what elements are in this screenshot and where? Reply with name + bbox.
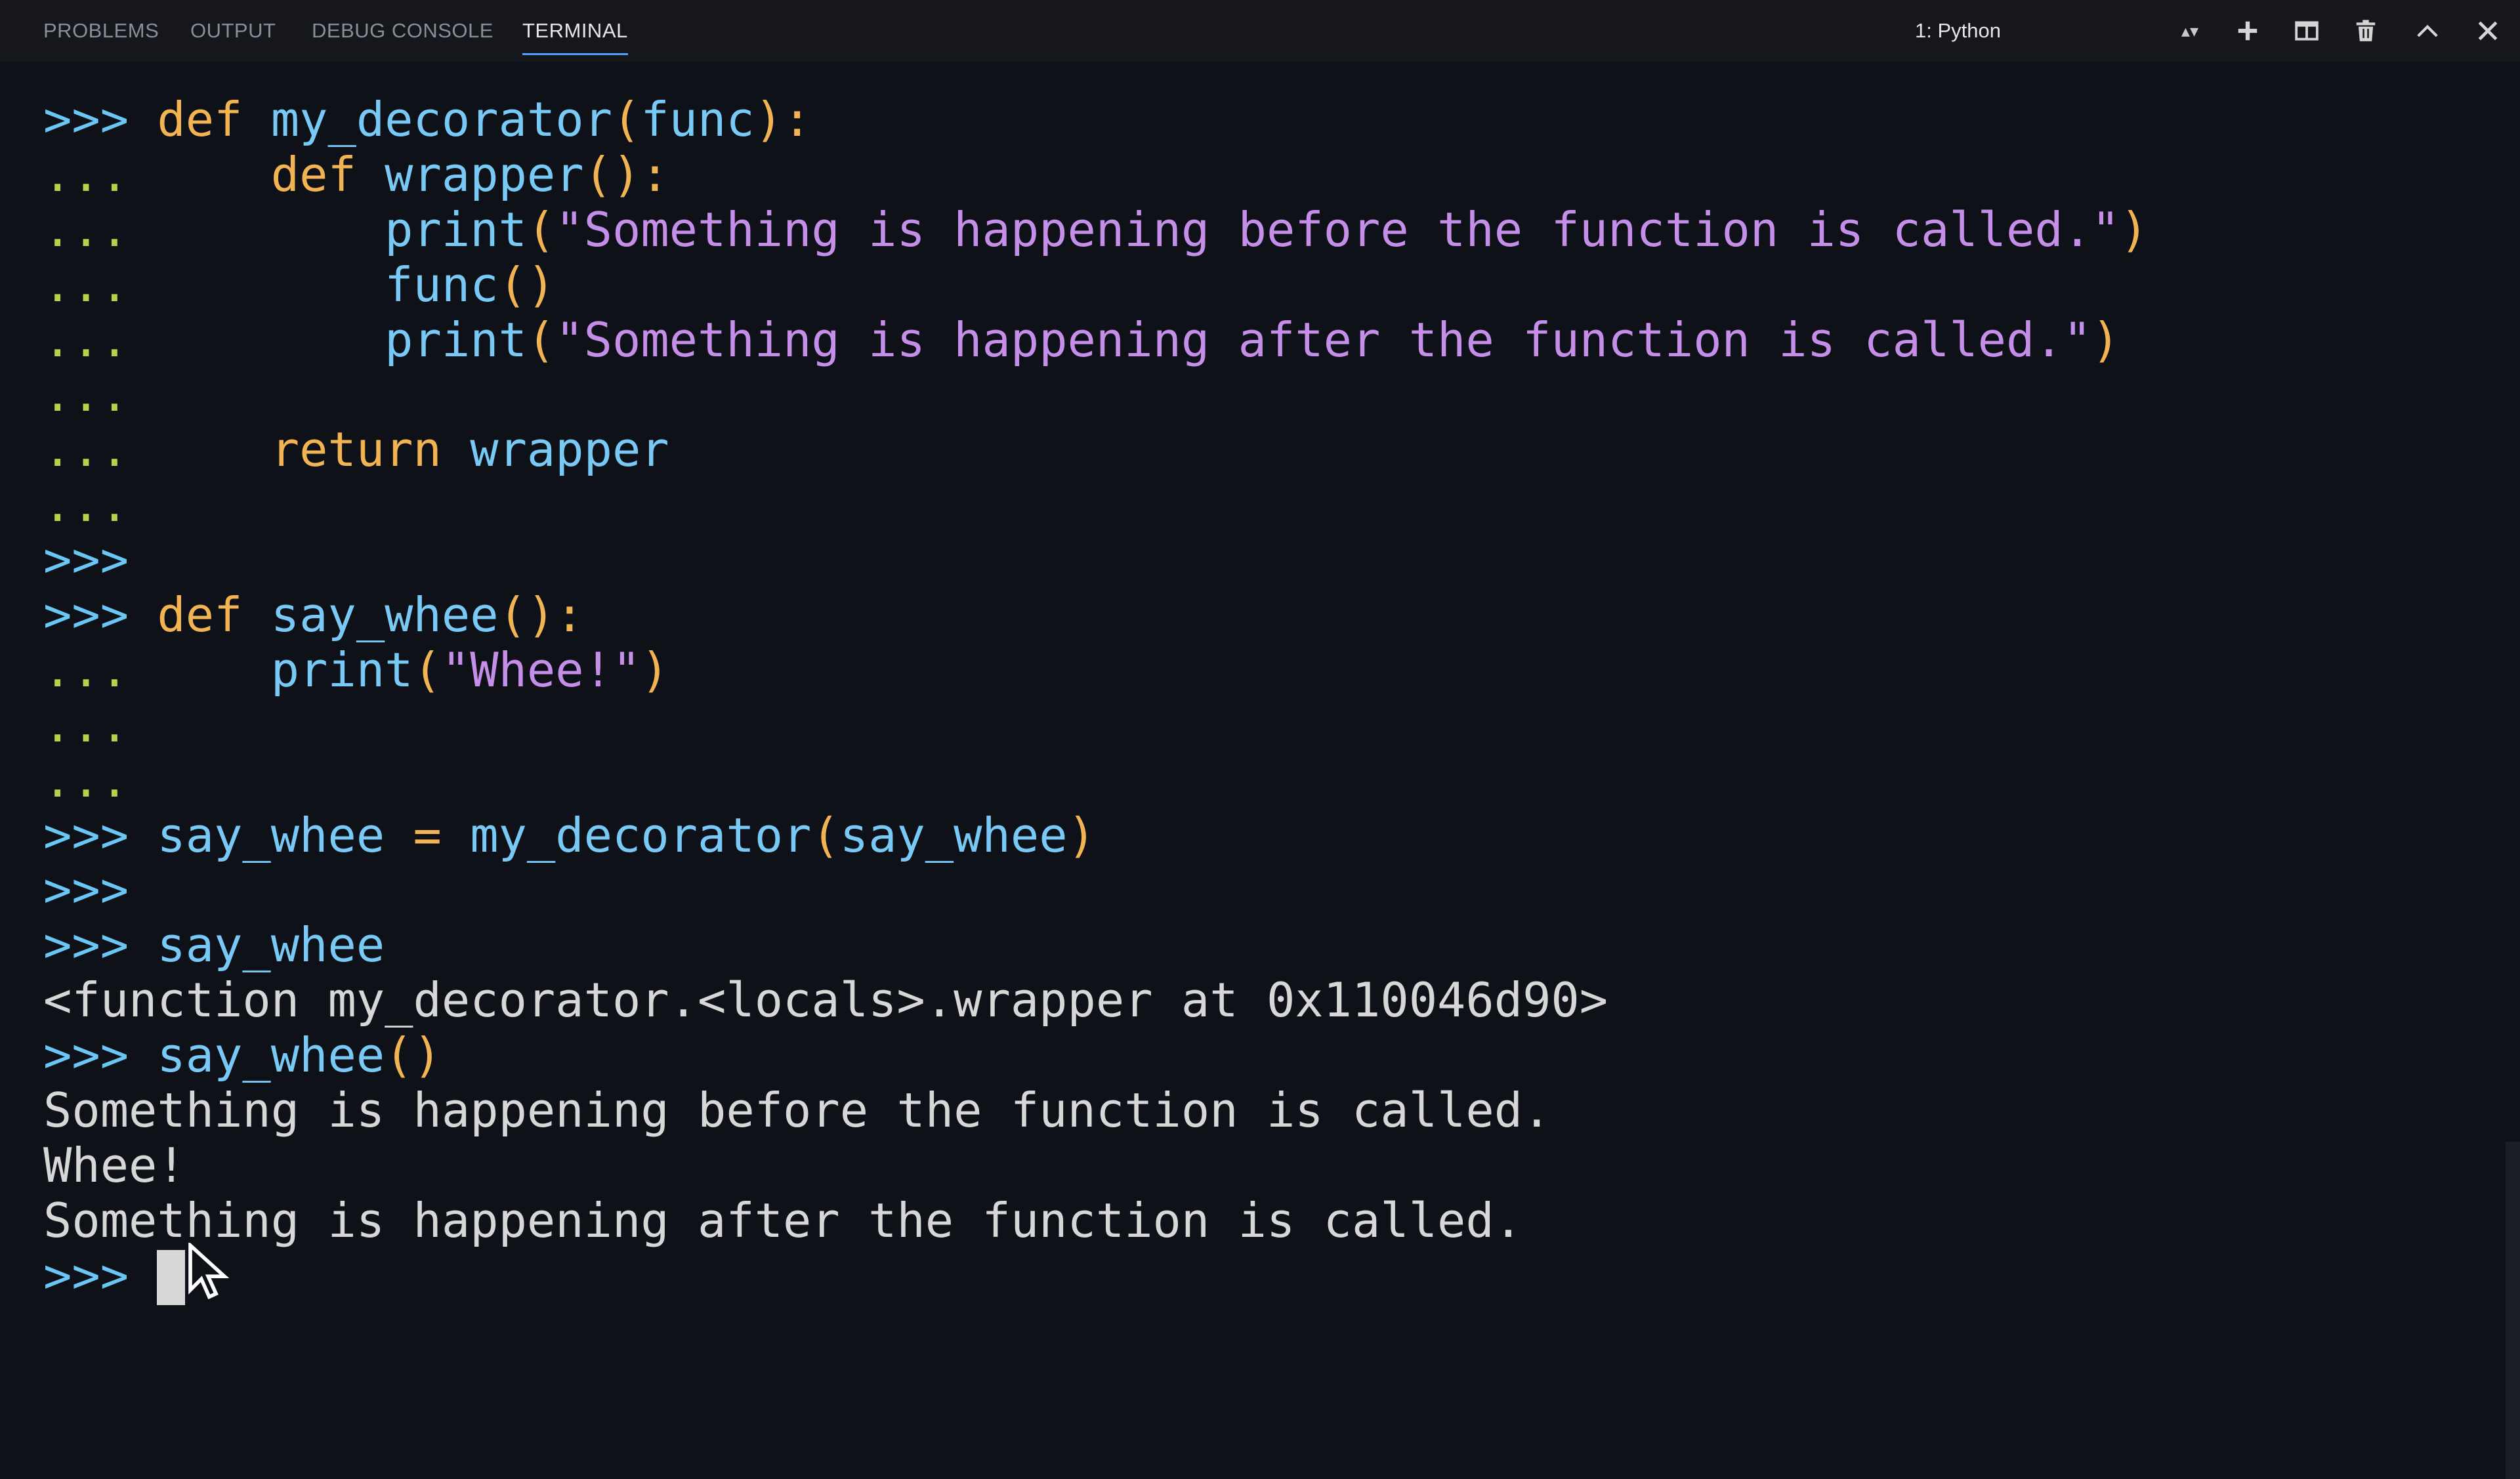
code-token: ):: [754, 92, 812, 147]
panel-header: PROBLEMS OUTPUT DEBUG CONSOLE TERMINAL 1…: [0, 0, 2520, 62]
repl-prompt: >>>: [43, 1247, 158, 1303]
code-token: func: [640, 92, 755, 147]
code-token: print: [385, 201, 527, 257]
continuation-prompt: ...: [43, 752, 129, 808]
code-token: "Whee!": [441, 642, 641, 698]
output-text: <function my_decorator.<locals>.wrapper …: [43, 972, 1608, 1028]
continuation-prompt: ...: [43, 367, 129, 423]
code-token: =: [413, 807, 471, 863]
code-token: def: [270, 146, 385, 202]
code-token: "Something is happening after the functi…: [555, 312, 2092, 367]
repl-prompt: >>>: [43, 532, 129, 588]
terminal-line: >>>: [43, 532, 2149, 588]
terminal-output: >>> def my_decorator(func):... def wrapp…: [43, 92, 2149, 1305]
code-token: ): [640, 642, 669, 698]
continuation-prompt: ...: [43, 477, 129, 533]
terminal-line: Something is happening before the functi…: [43, 1083, 2149, 1138]
tab-problems[interactable]: PROBLEMS: [43, 0, 159, 62]
code-token: (: [413, 642, 442, 698]
terminal-line: >>> def my_decorator(func):: [43, 92, 2149, 148]
updown-arrows-icon: ▴▾: [2181, 21, 2198, 41]
code-token: ():: [498, 587, 584, 643]
code-token: "Something is happening before the funct…: [555, 201, 2120, 257]
code-token: def: [157, 587, 271, 643]
terminal-line: ... func(): [43, 257, 2149, 313]
code-token: print: [270, 642, 413, 698]
code-token: ): [1067, 807, 1096, 863]
code-token: def: [157, 92, 271, 147]
terminal-line: >>>: [43, 863, 2149, 918]
mouse-pointer-icon: [188, 1243, 230, 1300]
repl-prompt: >>>: [43, 1028, 158, 1083]
terminal-line: Whee!: [43, 1138, 2149, 1194]
terminal-line: ...: [43, 477, 2149, 533]
repl-prompt: >>>: [43, 807, 158, 863]
terminal-line: ... print("Something is happening after …: [43, 312, 2149, 368]
chevron-up-icon[interactable]: [2410, 13, 2445, 49]
text-cursor: [157, 1249, 186, 1305]
code-token: (: [526, 312, 556, 367]
code-token: (): [385, 1028, 442, 1083]
scrollbar-thumb[interactable]: [2506, 1142, 2520, 1479]
trash-icon[interactable]: [2348, 13, 2384, 49]
code-token: say_whee: [157, 807, 413, 863]
code-token: (): [498, 257, 556, 312]
terminal-line: >>> say_whee: [43, 917, 2149, 973]
repl-prompt: >>>: [43, 862, 129, 918]
terminal-line: <function my_decorator.<locals>.wrapper …: [43, 972, 2149, 1028]
terminal-line: ...: [43, 367, 2149, 423]
terminal-line: >>> say_whee(): [43, 1028, 2149, 1083]
continuation-prompt: ...: [43, 697, 129, 753]
split-icon[interactable]: [2289, 13, 2324, 49]
terminal-line: ... print("Whee!"): [43, 642, 2149, 698]
continuation-prompt: ...: [43, 257, 385, 312]
code-token: return: [270, 422, 471, 478]
terminal-selector[interactable]: 1: Python ▴▾: [1915, 0, 2198, 62]
tab-debug-console[interactable]: DEBUG CONSOLE: [312, 0, 494, 62]
code-token: say_whee: [157, 1028, 385, 1083]
code-token: ): [2120, 201, 2149, 257]
code-token: my_decorator: [470, 807, 812, 863]
terminal-line: Something is happening after the functio…: [43, 1192, 2149, 1249]
continuation-prompt: ...: [43, 312, 385, 367]
output-text: Something is happening after the functio…: [43, 1192, 1523, 1248]
tab-terminal[interactable]: TERMINAL: [522, 0, 628, 62]
terminal-line: >>> say_whee = my_decorator(say_whee): [43, 808, 2149, 864]
terminal-line: ...: [43, 753, 2149, 808]
scrollbar-track[interactable]: [2496, 62, 2520, 1479]
code-token: (: [526, 201, 556, 257]
continuation-prompt: ...: [43, 422, 271, 478]
terminal-line: >>> def say_whee():: [43, 587, 2149, 643]
code-token: say_whee: [270, 587, 499, 643]
code-token: (: [811, 807, 840, 863]
code-token: (: [612, 92, 641, 147]
current-input-line[interactable]: >>>: [43, 1247, 2149, 1305]
repl-prompt: >>>: [43, 917, 158, 973]
code-token: ): [2091, 312, 2120, 367]
terminal-line: ...: [43, 698, 2149, 753]
code-token: print: [385, 312, 527, 367]
code-token: func: [385, 257, 499, 312]
close-icon[interactable]: [2470, 13, 2506, 49]
code-token: wrapper: [385, 146, 584, 202]
terminal-selector-label: 1: Python: [1915, 19, 2001, 42]
code-token: say_whee: [157, 917, 385, 973]
code-token: ():: [583, 146, 669, 202]
continuation-prompt: ...: [43, 642, 271, 698]
terminal-line: ... return wrapper: [43, 422, 2149, 478]
repl-prompt: >>>: [43, 587, 158, 643]
code-token: my_decorator: [270, 92, 612, 147]
terminal-line: ... print("Something is happening before…: [43, 201, 2149, 258]
output-text: Something is happening before the functi…: [43, 1083, 1551, 1138]
continuation-prompt: ...: [43, 201, 385, 257]
output-text: Whee!: [43, 1137, 186, 1193]
code-token: say_whee: [839, 807, 1068, 863]
continuation-prompt: ...: [43, 146, 271, 202]
plus-icon[interactable]: [2230, 13, 2265, 49]
tab-output[interactable]: OUTPUT: [190, 0, 276, 62]
code-token: wrapper: [470, 422, 669, 478]
repl-prompt: >>>: [43, 92, 158, 147]
terminal-line: ... def wrapper():: [43, 146, 2149, 203]
terminal-area[interactable]: >>> def my_decorator(func):... def wrapp…: [0, 62, 2496, 1417]
